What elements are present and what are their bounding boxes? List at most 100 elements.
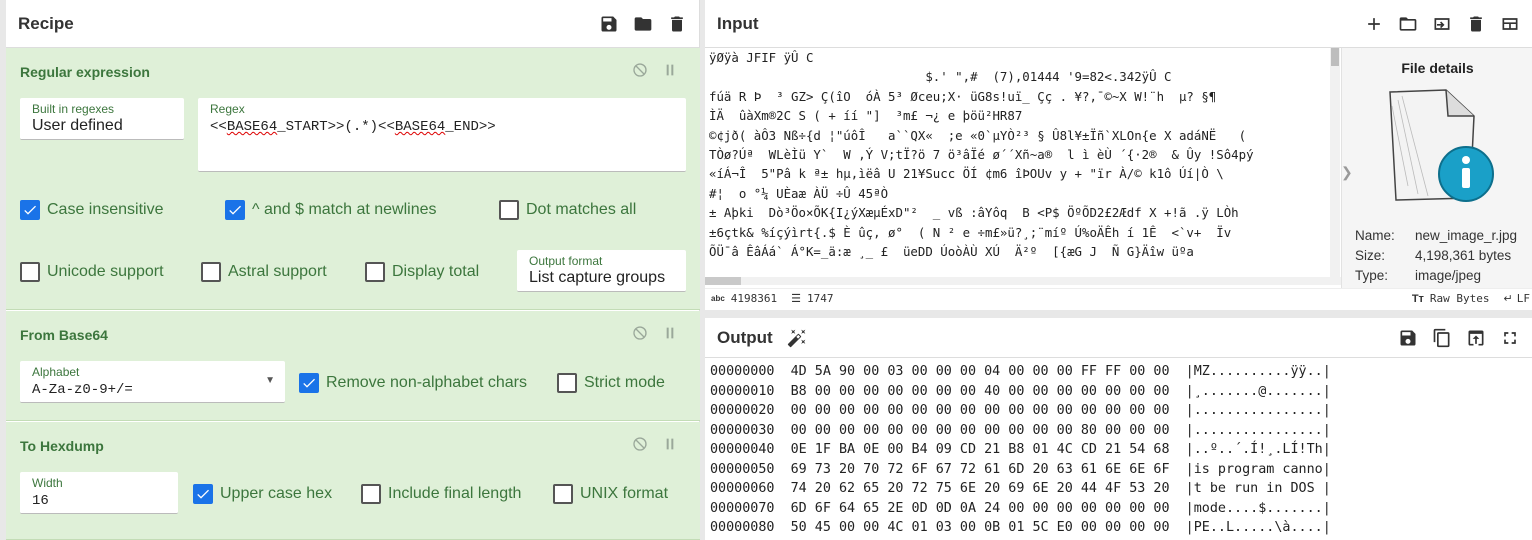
maximise-output-icon[interactable]: [1500, 328, 1520, 348]
disable-op-icon[interactable]: [632, 436, 648, 452]
op-to-hexdump: To Hexdump Width 16 Upper case hex Inclu…: [6, 422, 700, 540]
op-regular-expression: Regular expression Built in regexes User…: [6, 48, 700, 310]
input-length: 4198361: [730, 292, 778, 305]
input-line: «íÁ¬Î 5"Pâ k ª± hµ,ìëâ U 21¥Succ ÖÍ ¢m6 …: [709, 166, 1224, 182]
layout-icon[interactable]: [1500, 14, 1520, 34]
width-value: 16: [32, 493, 49, 509]
hexdump-row: 00000030 00 00 00 00 00 00 00 00 00 00 0…: [710, 422, 1331, 438]
hexdump-row: 00000080 50 45 00 00 4C 01 03 00 0B 01 5…: [710, 520, 1331, 535]
case-insensitive-checkbox[interactable]: Case insensitive: [20, 200, 164, 220]
unicode-support-checkbox[interactable]: Unicode support: [20, 262, 164, 282]
file-type-row: Type: image/jpeg: [1355, 268, 1482, 283]
pause-op-icon[interactable]: [662, 62, 678, 78]
input-line: ± Aþki Dò³Öo×ÕK{I¿ýXæµÉxD"² _ vß :âYôq B…: [709, 205, 1247, 221]
unix-format-checkbox[interactable]: UNIX format: [553, 484, 668, 504]
input-line: ÌÄ ûàXm®2C S ( + íí "] ³m£ ¬¿ e þöü²HR87: [709, 108, 1030, 124]
file-info-icon: [1389, 89, 1494, 202]
op-title: From Base64: [20, 327, 108, 343]
hexdump-row: 00000050 69 73 20 70 72 6F 67 72 61 6D 2…: [710, 461, 1331, 477]
hexdump-row: 00000060 74 20 62 65 20 72 75 6E 20 69 6…: [710, 481, 1331, 496]
file-name-row: Name: new_image_r.jpg: [1355, 228, 1518, 243]
astral-support-checkbox[interactable]: Astral support: [201, 262, 327, 282]
input-line: TÒø?Úª WLèÌü Y` W ,Ý V;tÏ?ö 7 ö³âÏé ø´´X…: [709, 147, 1254, 163]
dropdown-arrow-icon: ▼: [265, 375, 275, 386]
clear-recipe-icon[interactable]: [667, 14, 687, 34]
save-output-icon[interactable]: [1398, 328, 1418, 348]
file-size-row: Size: 4,198,361 bytes: [1355, 248, 1512, 263]
file-details-title: File details: [1401, 60, 1474, 76]
output-format-select[interactable]: Output format List capture groups: [517, 250, 686, 292]
recipe-pane: Recipe Regular expression Built in regex…: [6, 0, 700, 540]
hexdump-row: 00000070 6D 6F 64 65 2E 0D 0D 0A 24 00 0…: [710, 500, 1331, 516]
output-format-label: Output format: [529, 254, 603, 268]
output-hexdump[interactable]: 00000000 4D 5A 90 00 03 00 00 00 04 00 0…: [710, 362, 1331, 538]
op-from-base64: From Base64 Alphabet A-Za-z0-9+/= ▼ Remo…: [6, 311, 700, 421]
open-folder-icon[interactable]: [1398, 14, 1418, 34]
alphabet-select[interactable]: Alphabet A-Za-z0-9+/= ▼: [20, 361, 285, 403]
input-scrollbar-horizontal[interactable]: [705, 277, 1341, 285]
magic-wand-icon[interactable]: [787, 328, 807, 348]
input-pane: Input ÿØÿà JFIF ÿÛ C $.' ",# (7),01444 '…: [705, 0, 1532, 310]
input-line: ©¢jð( àÔ3 Nß÷{d ¦"úôÎ a``QX« ;e «0`µYÒ²³…: [709, 127, 1247, 143]
remove-non-alphabet-checkbox[interactable]: Remove non-alphabet chars: [299, 373, 527, 393]
clear-input-icon[interactable]: [1466, 14, 1486, 34]
input-line: #¦ o °¼ UÈaæ ÀÜ ÷Û 45ªÒ: [709, 185, 896, 201]
input-line: ÿØÿà JFIF ÿÛ C: [709, 50, 1008, 65]
recipe-title: Recipe: [18, 13, 74, 33]
builtin-regexes-select[interactable]: Built in regexes User defined: [20, 98, 184, 140]
input-header: Input: [705, 0, 1532, 48]
input-line: $.' ",# (7),01444 '9=82<.342ÿÛ C: [709, 69, 1321, 85]
save-recipe-icon[interactable]: [599, 14, 619, 34]
output-title: Output: [717, 327, 773, 347]
load-recipe-icon[interactable]: [633, 14, 653, 34]
encoding-value[interactable]: Raw Bytes: [1430, 292, 1490, 305]
dot-matches-all-checkbox[interactable]: Dot matches all: [499, 200, 636, 220]
alphabet-value: A-Za-z0-9+/=: [32, 382, 133, 398]
output-format-value: List capture groups: [529, 269, 666, 286]
disable-op-icon[interactable]: [632, 62, 648, 78]
pause-op-icon[interactable]: [662, 325, 678, 341]
lines-icon: ☰: [791, 293, 802, 305]
output-header: Output: [705, 318, 1532, 358]
encoding-icon: Tт: [1411, 292, 1424, 305]
input-textarea[interactable]: ÿØÿà JFIF ÿÛ C $.' ",# (7),01444 '9=82<.…: [705, 48, 1341, 288]
hexdump-row: 00000040 0E 1F BA 0E 00 B4 09 CD 21 B8 0…: [710, 442, 1331, 457]
op-title: Regular expression: [20, 64, 150, 80]
op-title: To Hexdump: [20, 438, 104, 454]
regex-value: <<BASE64_START>>(.*)<<BASE64_END>>: [210, 119, 496, 135]
width-label: Width: [32, 476, 63, 490]
input-title: Input: [717, 13, 759, 33]
length-icon: abc: [711, 294, 725, 303]
builtin-label: Built in regexes: [32, 102, 115, 116]
builtin-value: User defined: [32, 117, 123, 134]
disable-op-icon[interactable]: [632, 325, 648, 341]
eol-icon: ↵: [1503, 293, 1513, 305]
regex-label: Regex: [210, 102, 245, 116]
file-details-panel: File details Name: new_image_r.jpg Size: 4…: [1341, 48, 1532, 288]
include-final-length-checkbox[interactable]: Include final length: [361, 484, 521, 504]
pause-op-icon[interactable]: [662, 436, 678, 452]
display-total-checkbox[interactable]: Display total: [365, 262, 479, 282]
collapse-details-icon[interactable]: ❯: [1341, 164, 1353, 194]
input-line: ÕÜ¯â ÊâÁá` Á°K=_ä:æ ¸_ £ üeDD ÚoòÀÙ XÚ Ä…: [709, 244, 1209, 260]
eol-value[interactable]: LF: [1517, 292, 1530, 305]
input-line: ±6çtk& %íçýìrt{.$ È ûç, ø° ( N ² e ÷m£»ü…: [709, 224, 1239, 240]
hexdump-row: 00000020 00 00 00 00 00 00 00 00 00 00 0…: [710, 403, 1331, 418]
input-lines: 1747: [807, 292, 834, 305]
copy-output-icon[interactable]: [1432, 328, 1452, 348]
replace-input-icon[interactable]: [1466, 328, 1486, 348]
multiline-checkbox[interactable]: ^ and $ match at newlines: [225, 200, 437, 220]
hexdump-row: 00000000 4D 5A 90 00 03 00 00 00 04 00 0…: [710, 364, 1331, 379]
open-file-icon[interactable]: [1432, 14, 1452, 34]
hexdump-row: 00000010 B8 00 00 00 00 00 00 00 40 00 0…: [710, 383, 1331, 399]
alphabet-label: Alphabet: [32, 365, 80, 379]
output-pane: Output 00000000 4D 5A 90 00 03 00 00 00 …: [705, 318, 1532, 540]
regex-input[interactable]: Regex <<BASE64_START>>(.*)<<BASE64_END>>: [198, 98, 686, 172]
input-scrollbar-vertical[interactable]: [1330, 48, 1340, 284]
strict-mode-checkbox[interactable]: Strict mode: [557, 373, 665, 393]
upper-case-hex-checkbox[interactable]: Upper case hex: [193, 484, 332, 504]
recipe-header: Recipe: [6, 0, 699, 48]
input-status-bar: abc 4198361 ☰ 1747 Tт Raw Bytes ↵ LF: [705, 288, 1532, 308]
width-input[interactable]: Width 16: [20, 472, 178, 514]
add-tab-icon[interactable]: [1364, 14, 1384, 34]
